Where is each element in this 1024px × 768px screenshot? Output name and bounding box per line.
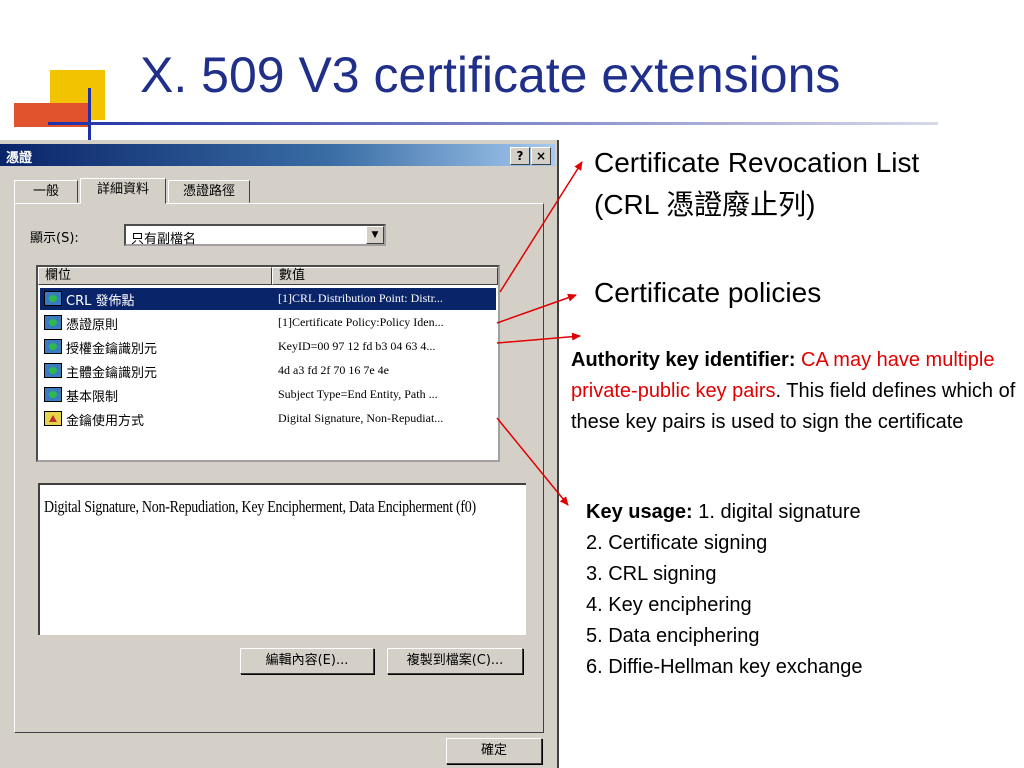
ku-item-5: 5. Data enciphering [586,625,760,647]
ku-item-6: 6. Diffie-Hellman key exchange [586,656,863,678]
row-value: KeyID=00 97 12 fd b3 04 63 4... [278,339,436,353]
title-underline [48,122,938,125]
tab-general[interactable]: 一般 [14,180,78,203]
ku-item-2: 2. Certificate signing [586,532,768,554]
dialog-title: 憑證 [6,151,33,166]
certificate-extension-icon [44,363,62,378]
annotation-key-usage: Key usage: 1. digital signature 2. Certi… [586,497,1016,683]
help-button[interactable]: ? [510,147,530,165]
ku-item-3: 3. CRL signing [586,563,717,585]
copy-to-file-button[interactable]: 複製到檔案(C)... [387,648,523,674]
slide-title: X. 509 V3 certificate extensions [140,47,841,103]
close-button[interactable]: × [531,147,551,165]
annotation-authority-key: Authority key identifier: CA may have mu… [571,345,1021,438]
column-header-value[interactable]: 數值 [272,267,498,285]
critical-extension-warning-icon [44,411,62,426]
list-row-basic-constraints[interactable]: 基本限制 Subject Type=End Entity, Path ... [40,384,496,406]
ku-item-4: 4. Key enciphering [586,594,752,616]
row-field: 基本限制 [66,390,119,405]
title-decoration-vertical-line [88,88,91,140]
list-row-certificate-policies[interactable]: 憑證原則 [1]Certificate Policy:Policy Iden..… [40,312,496,334]
certificate-extension-icon [44,387,62,402]
row-field: 授權金鑰識別元 [66,342,158,357]
list-row-key-usage[interactable]: 金鑰使用方式 Digital Signature, Non-Repudiat..… [40,408,496,430]
aki-label: Authority key identifier: [571,349,796,371]
show-dropdown-value: 只有副檔名 [131,232,197,247]
edit-properties-button[interactable]: 編輯內容(E)... [240,648,374,674]
tab-details[interactable]: 詳細資料 [80,178,166,204]
certificate-extension-icon [44,315,62,330]
value-detail-text: Digital Signature, Non-Repudiation, Key … [44,497,476,516]
list-row-subject-key-id[interactable]: 主體金鑰識別元 4d a3 fd 2f 70 16 7e 4e [40,360,496,382]
certificate-extension-icon [44,291,62,306]
row-field: 金鑰使用方式 [66,414,145,429]
extensions-list[interactable]: 欄位 數值 CRL 發佈點 [1]CRL Distribution Point:… [36,265,500,462]
value-detail-box[interactable]: Digital Signature, Non-Repudiation, Key … [38,483,526,635]
row-value: 4d a3 fd 2f 70 16 7e 4e [278,363,389,377]
row-value: Digital Signature, Non-Repudiat... [278,411,444,425]
ku-label: Key usage: [586,501,693,523]
show-dropdown[interactable]: 只有副檔名 ▼ [124,224,386,247]
annotation-crl-line2: (CRL 憑證廢止列) [594,189,816,220]
row-field: 憑證原則 [66,318,119,333]
ok-button[interactable]: 確定 [446,738,542,764]
row-value: [1]Certificate Policy:Policy Iden... [278,315,444,329]
row-value: [1]CRL Distribution Point: Distr... [278,291,443,305]
annotation-policies: Certificate policies [594,277,822,308]
row-field: 主體金鑰識別元 [66,366,158,381]
show-label: 顯示(S): [30,231,79,246]
certificate-extension-icon [44,339,62,354]
column-header-field[interactable]: 欄位 [38,267,272,285]
key-usage-first-line: Key usage: 1. digital signature [586,497,1016,528]
chevron-down-icon[interactable]: ▼ [366,226,384,244]
ku-item-1: 1. digital signature [698,501,861,523]
dialog-titlebar[interactable]: 憑證 ? × [0,144,555,166]
list-header: 欄位 數值 [38,267,498,285]
row-field: CRL 發佈點 [66,294,135,309]
list-row-authority-key-id[interactable]: 授權金鑰識別元 KeyID=00 97 12 fd b3 04 63 4... [40,336,496,358]
tab-certification-path[interactable]: 憑證路徑 [168,180,250,203]
certificate-dialog: 憑證 ? × 一般 詳細資料 憑證路徑 顯示(S): 只有副檔名 ▼ 欄位 數值… [0,140,559,768]
list-row-crl-distribution[interactable]: CRL 發佈點 [1]CRL Distribution Point: Distr… [40,288,496,310]
row-value: Subject Type=End Entity, Path ... [278,387,438,401]
annotation-crl-line1: Certificate Revocation List [594,147,920,178]
